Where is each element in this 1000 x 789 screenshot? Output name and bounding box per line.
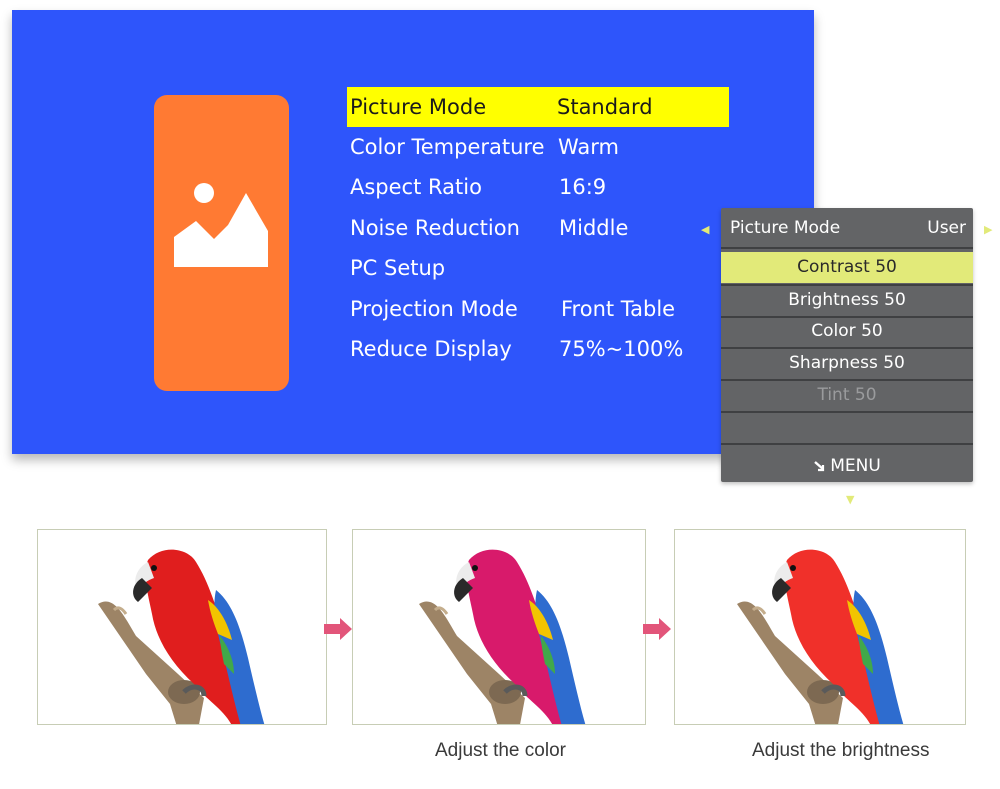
menu-row-picture-mode[interactable]: Picture Mode Standard	[347, 87, 729, 127]
submenu-item-contrast[interactable]: Contrast 50	[721, 252, 973, 283]
parrot-image-original	[37, 529, 327, 725]
menu-value: Warm	[558, 135, 620, 159]
submenu-item-sharpness[interactable]: Sharpness 50	[721, 348, 973, 379]
menu-label: Aspect Ratio	[350, 175, 482, 199]
caption-adjust-brightness: Adjust the brightness	[752, 740, 930, 761]
menu-row-pc-setup[interactable]: PC Setup	[347, 248, 729, 288]
submenu-item-brightness[interactable]: Brightness 50	[721, 285, 973, 316]
menu-label: Projection Mode	[350, 297, 518, 321]
menu-row-color-temperature[interactable]: Color Temperature Warm	[347, 127, 729, 167]
down-triangle-icon[interactable]: ▼	[846, 494, 854, 505]
menu-label: Color Temperature	[350, 135, 545, 159]
submenu-footer-menu[interactable]: MENU	[721, 455, 973, 477]
arrow-right-icon	[643, 618, 671, 640]
right-triangle-icon[interactable]: ▶	[984, 224, 992, 235]
submenu-item-tint: Tint 50	[817, 385, 877, 405]
menu-value: 16:9	[559, 175, 607, 199]
submenu-item-color[interactable]: Color 50	[721, 316, 973, 347]
picture-thumbnail-card	[154, 95, 289, 391]
menu-row-noise-reduction[interactable]: Noise Reduction Middle	[347, 208, 729, 248]
arrow-right-icon	[324, 618, 352, 640]
menu-row-aspect-ratio[interactable]: Aspect Ratio 16:9	[347, 167, 729, 207]
menu-value: 75%~100%	[559, 337, 684, 361]
menu-value: Middle	[559, 216, 629, 240]
left-triangle-icon[interactable]: ◀	[701, 224, 709, 235]
picture-mode-submenu: Picture Mode User Contrast 50 Brightness…	[721, 208, 973, 482]
menu-label: Reduce Display	[350, 337, 512, 361]
menu-value: Front Table	[561, 297, 676, 321]
divider	[721, 411, 973, 413]
submenu-mode-value[interactable]: User	[927, 218, 966, 238]
submenu-title: Picture Mode	[730, 218, 841, 238]
return-arrow-icon	[814, 461, 825, 472]
image-placeholder-icon	[174, 183, 268, 267]
menu-label: Noise Reduction	[350, 216, 520, 240]
menu-value: Standard	[557, 95, 653, 119]
osd-menu-panel: Picture Mode Standard Color Temperature …	[12, 10, 814, 454]
menu-label: PC Setup	[350, 256, 446, 280]
submenu-footer-label: MENU	[830, 456, 881, 476]
divider	[721, 247, 973, 249]
divider	[721, 443, 973, 445]
parrot-image-brightness-adjusted	[674, 529, 966, 725]
parrot-image-color-adjusted	[352, 529, 646, 725]
menu-row-projection-mode[interactable]: Projection Mode Front Table	[347, 289, 729, 329]
caption-adjust-color: Adjust the color	[435, 740, 566, 761]
menu-label: Picture Mode	[350, 95, 487, 119]
menu-row-reduce-display[interactable]: Reduce Display 75%~100%	[347, 329, 729, 369]
